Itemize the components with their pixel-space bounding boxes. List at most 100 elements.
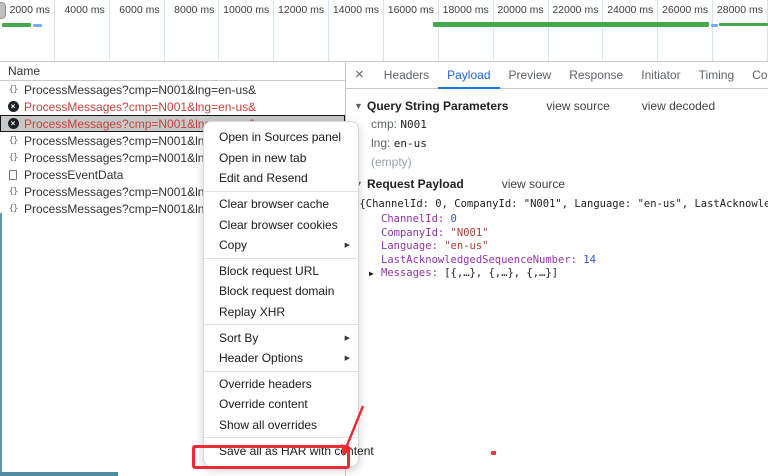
menu-separator bbox=[204, 370, 358, 372]
view-decoded-link[interactable]: view decoded bbox=[642, 99, 715, 113]
request-row[interactable]: × ProcessMessages?cmp=N001&lng=en-us& bbox=[0, 98, 345, 115]
timeline-column: 18000 ms bbox=[439, 0, 494, 61]
timeline-column: 8000 ms bbox=[165, 0, 220, 61]
error-icon: × bbox=[6, 101, 20, 112]
timeline-tick-label: 12000 ms bbox=[278, 4, 325, 16]
timeline-tick-label: 18000 ms bbox=[442, 4, 489, 16]
timeline-tick-label: 10000 ms bbox=[223, 4, 270, 16]
tab-cookies[interactable]: Cookies bbox=[743, 62, 768, 89]
menu-item-open-in-new-tab[interactable]: Open in new tab bbox=[204, 148, 358, 169]
query-param: cmp: N001 bbox=[354, 115, 768, 134]
error-icon: × bbox=[6, 118, 20, 129]
tab-timing[interactable]: Timing bbox=[690, 62, 744, 89]
document-icon bbox=[6, 169, 20, 180]
json-object-preview: {ChannelId: 0, CompanyId: "N001", Langua… bbox=[359, 198, 768, 210]
timeline-tick-label: 16000 ms bbox=[387, 4, 434, 16]
menu-item-open-in-sources-panel[interactable]: Open in Sources panel bbox=[204, 127, 358, 148]
timeline-column: 4000 ms bbox=[55, 0, 110, 61]
activity-bar-green bbox=[433, 22, 709, 27]
json-tree: ChannelId: 0 CompanyId: "N001" Language:… bbox=[354, 213, 768, 281]
devtools-network-panel: 2000 ms 4000 ms 6000 ms 8000 ms 10000 ms… bbox=[0, 0, 768, 476]
request-detail-panel: × Headers Payload Preview Response Initi… bbox=[345, 62, 768, 476]
chevron-right-icon[interactable]: ▶ bbox=[369, 267, 381, 281]
menu-separator bbox=[204, 257, 358, 259]
timeline-tick-label: 6000 ms bbox=[119, 4, 160, 16]
empty-note: (empty) bbox=[371, 155, 412, 169]
menu-item-save-all-as-har-with-content[interactable]: Save all as HAR with content bbox=[204, 440, 374, 461]
timeline-column: 16000 ms bbox=[384, 0, 439, 61]
request-row[interactable]: {} ProcessMessages?cmp=N001&lng=en-us& bbox=[0, 81, 345, 98]
timeline-tick-label: 8000 ms bbox=[174, 4, 215, 16]
timeline-drag-handle[interactable] bbox=[0, 2, 6, 19]
param-value: N001 bbox=[400, 118, 427, 131]
menu-item-sort-by[interactable]: Sort By ▶ bbox=[204, 327, 358, 348]
activity-bar-blue bbox=[33, 24, 42, 27]
timeline-column: 2000 ms bbox=[0, 0, 55, 61]
json-messages-entry[interactable]: ▶ Messages: [{,…}, {,…}, {,…}] bbox=[369, 267, 768, 281]
json-property: Language: "en-us" bbox=[381, 240, 489, 252]
close-icon[interactable]: × bbox=[346, 66, 375, 85]
timeline-column: 6000 ms bbox=[110, 0, 165, 61]
timeline-column: 20000 ms bbox=[494, 0, 549, 61]
timeline-column: 12000 ms bbox=[274, 0, 330, 61]
tab-response[interactable]: Response bbox=[560, 62, 632, 89]
menu-separator bbox=[204, 324, 358, 326]
activity-bar-blue bbox=[711, 24, 718, 27]
request-name: ProcessMessages?cmp=N001&lng=en-us& bbox=[24, 82, 257, 97]
timeline-tick-label: 2000 ms bbox=[9, 4, 50, 16]
menu-item-block-request-url[interactable]: Block request URL bbox=[204, 261, 358, 282]
request-name: ProcessEventData bbox=[24, 167, 124, 182]
network-overview-timeline[interactable]: 2000 ms 4000 ms 6000 ms 8000 ms 10000 ms… bbox=[0, 0, 768, 62]
tab-headers[interactable]: Headers bbox=[375, 62, 438, 89]
payload-content: ▼ Query String Parameters view source vi… bbox=[346, 89, 768, 281]
menu-item-override-headers[interactable]: Override headers bbox=[204, 374, 358, 395]
menu-item-clear-browser-cookies[interactable]: Clear browser cookies bbox=[204, 214, 358, 235]
request-payload-section-title: Request Payload bbox=[367, 176, 464, 191]
tab-payload[interactable]: Payload bbox=[438, 62, 499, 89]
name-column-header[interactable]: Name bbox=[0, 62, 345, 81]
menu-item-copy[interactable]: Copy ▶ bbox=[204, 235, 358, 256]
timeline-tick-label: 14000 ms bbox=[332, 4, 380, 16]
menu-item-show-all-overrides[interactable]: Show all overrides bbox=[204, 415, 358, 436]
timeline-column: 10000 ms bbox=[219, 0, 275, 61]
submenu-arrow-icon: ▶ bbox=[344, 334, 350, 342]
view-source-link[interactable]: view source bbox=[502, 177, 565, 191]
param-value: en-us bbox=[393, 137, 427, 150]
json-property: LastAcknowledgedSequenceNumber: 14 bbox=[381, 253, 596, 266]
menu-item-replay-xhr[interactable]: Replay XHR bbox=[204, 302, 358, 323]
tab-preview[interactable]: Preview bbox=[500, 62, 561, 89]
timeline-tick-label: 4000 ms bbox=[64, 4, 105, 16]
chevron-down-icon[interactable]: ▼ bbox=[354, 101, 367, 111]
background-window-bottom-edge bbox=[0, 472, 118, 476]
timeline-column: 28000 ms bbox=[713, 0, 768, 61]
annotation-red-dot bbox=[491, 451, 496, 455]
menu-item-header-options[interactable]: Header Options ▶ bbox=[204, 348, 358, 369]
submenu-arrow-icon: ▶ bbox=[344, 242, 350, 250]
background-window-left-edge bbox=[0, 213, 2, 476]
menu-item-block-request-domain[interactable]: Block request domain bbox=[204, 281, 358, 302]
request-name: ProcessMessages?cmp=N001&lng=en-us& bbox=[24, 99, 257, 114]
activity-bar-green bbox=[2, 23, 31, 27]
menu-item-override-content[interactable]: Override content bbox=[204, 394, 358, 415]
json-icon: {} bbox=[8, 186, 19, 197]
json-icon: {} bbox=[8, 135, 19, 146]
query-param: lng: en-us bbox=[354, 134, 768, 153]
timeline-column: 14000 ms bbox=[329, 0, 385, 61]
timeline-column: 24000 ms bbox=[603, 0, 659, 61]
param-name: cmp: bbox=[371, 117, 398, 131]
json-property: CompanyId: "N001" bbox=[381, 226, 489, 239]
timeline-tick-label: 24000 ms bbox=[607, 4, 654, 16]
menu-separator bbox=[204, 190, 358, 192]
menu-separator bbox=[204, 437, 358, 439]
timeline-column: 22000 ms bbox=[549, 0, 604, 61]
query-string-section-title: Query String Parameters bbox=[367, 98, 509, 113]
view-source-link[interactable]: view source bbox=[546, 99, 609, 113]
menu-item-clear-browser-cache[interactable]: Clear browser cache bbox=[204, 194, 358, 215]
json-property: ChannelId: 0 bbox=[381, 213, 457, 225]
timeline-tick-label: 22000 ms bbox=[552, 4, 599, 16]
menu-item-edit-and-resend[interactable]: Edit and Resend bbox=[204, 168, 358, 189]
json-icon: {} bbox=[8, 152, 19, 163]
json-icon: {} bbox=[8, 203, 19, 214]
activity-bar-green bbox=[719, 23, 768, 26]
tab-initiator[interactable]: Initiator bbox=[632, 62, 689, 89]
